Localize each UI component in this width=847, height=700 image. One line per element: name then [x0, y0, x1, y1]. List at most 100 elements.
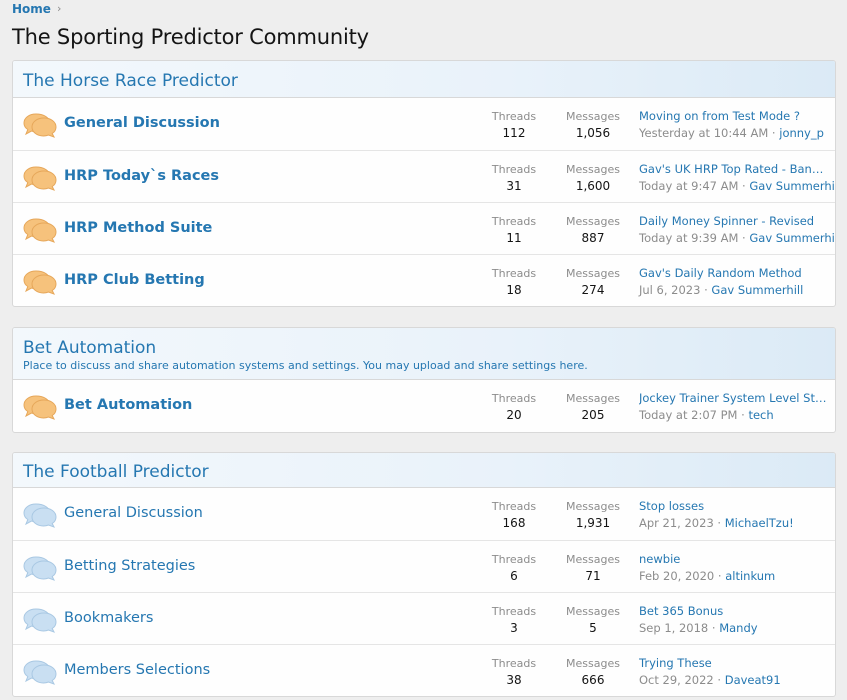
last-post-meta: Jul 6, 2023 · Gav Summerhill [639, 282, 827, 299]
category-title[interactable]: The Horse Race Predictor [23, 61, 825, 92]
messages-count: 1,600 [575, 179, 611, 193]
last-post-meta: Today at 9:47 AM · Gav Summerhill [639, 178, 835, 195]
last-post-user-link[interactable]: Gav Summerhill [749, 231, 835, 245]
category-football-predictor: The Football Predictor General Discussio… [12, 452, 836, 697]
last-post-title-link[interactable]: Trying These [639, 655, 827, 672]
messages-label: Messages [566, 110, 620, 123]
threads-stat: Threads 20 [483, 390, 545, 424]
node-title-link[interactable]: Members Selections [64, 661, 210, 679]
last-post-title-link[interactable]: Gav's Daily Random Method [639, 265, 827, 282]
messages-stat: Messages 274 [562, 265, 624, 299]
last-post: Gav's UK HRP Top Rated - Bank B... Today … [639, 161, 835, 195]
last-post: Bet 365 Bonus Sep 1, 2018 · Mandy [639, 603, 827, 637]
threads-count: 168 [502, 516, 526, 530]
messages-count: 1,056 [575, 126, 611, 140]
last-post-title-link[interactable]: Gav's UK HRP Top Rated - Bank B... [639, 161, 827, 178]
last-post-date[interactable]: Today at 2:07 PM [639, 408, 737, 422]
forum-unread-icon [23, 392, 57, 420]
messages-count: 71 [585, 569, 601, 583]
last-post-user-link[interactable]: Mandy [719, 621, 757, 635]
category-header: Bet Automation Place to discuss and shar… [13, 328, 835, 380]
node-title-link[interactable]: HRP Today`s Races [64, 167, 219, 185]
threads-count: 112 [502, 126, 526, 140]
last-post-user-link[interactable]: altinkum [725, 569, 775, 583]
last-post-title-link[interactable]: newbie [639, 551, 827, 568]
messages-label: Messages [566, 657, 620, 670]
threads-stat: Threads 38 [483, 655, 545, 689]
last-post-date[interactable]: Today at 9:39 AM [639, 231, 738, 245]
last-post-date[interactable]: Jul 6, 2023 [639, 283, 700, 297]
messages-label: Messages [566, 163, 620, 176]
messages-stat: Messages 1,931 [562, 498, 624, 532]
forum-read-icon [23, 500, 57, 528]
category-title[interactable]: The Football Predictor [23, 453, 825, 483]
last-post-date[interactable]: Sep 1, 2018 [639, 621, 708, 635]
breadcrumb: Home › [12, 1, 61, 17]
last-post-user-link[interactable]: Daveat91 [725, 673, 781, 687]
last-post-date[interactable]: Oct 29, 2022 [639, 673, 714, 687]
last-post-user-link[interactable]: Gav Summerhill [749, 179, 835, 193]
messages-stat: Messages 71 [562, 551, 624, 585]
last-post: Jockey Trainer System Level Stake... Toda… [639, 390, 827, 424]
forum-node: HRP Method Suite Threads 11 Messages 887 Dail… [13, 202, 835, 254]
node-title-link[interactable]: HRP Method Suite [64, 219, 212, 237]
last-post: Stop losses Apr 21, 2023 · MichaelTzu! [639, 498, 827, 532]
node-title-link[interactable]: HRP Club Betting [64, 271, 205, 289]
breadcrumb-home-link[interactable]: Home [12, 1, 51, 17]
meta-separator: · [713, 516, 725, 530]
last-post-title-link[interactable]: Moving on from Test Mode ? [639, 108, 827, 125]
threads-stat: Threads 168 [483, 498, 545, 532]
threads-label: Threads [491, 392, 537, 405]
messages-stat: Messages 5 [562, 603, 624, 637]
last-post-title-link[interactable]: Jockey Trainer System Level Stake... [639, 390, 827, 407]
category-description: Place to discuss and share automation sy… [23, 359, 588, 372]
category-header: The Football Predictor [13, 453, 835, 488]
last-post: Daily Money Spinner - Revised Today at 9:… [639, 213, 835, 247]
last-post-user-link[interactable]: Gav Summerhill [711, 283, 803, 297]
last-post-meta: Apr 21, 2023 · MichaelTzu! [639, 515, 827, 532]
last-post-date[interactable]: Apr 21, 2023 [639, 516, 714, 530]
category-title[interactable]: Bet Automation [23, 328, 825, 359]
meta-separator: · [737, 408, 749, 422]
forum-unread-icon [23, 163, 57, 191]
node-title-link[interactable]: General Discussion [64, 114, 220, 132]
meta-separator: · [768, 126, 780, 140]
threads-label: Threads [491, 500, 537, 513]
node-title-link[interactable]: Bet Automation [64, 396, 192, 414]
threads-stat: Threads 11 [483, 213, 545, 247]
forum-node: Betting Strategies Threads 6 Messages 71 newb… [13, 540, 835, 592]
last-post-date[interactable]: Feb 20, 2020 [639, 569, 714, 583]
threads-stat: Threads 18 [483, 265, 545, 299]
last-post-date[interactable]: Today at 9:47 AM [639, 179, 738, 193]
threads-count: 31 [506, 179, 522, 193]
node-list: General Discussion Threads 168 Messages 1,93… [13, 488, 835, 696]
meta-separator: · [738, 179, 750, 193]
last-post-title-link[interactable]: Daily Money Spinner - Revised [639, 213, 827, 230]
last-post-user-link[interactable]: jonny_p [779, 126, 824, 140]
last-post-user-link[interactable]: tech [748, 408, 773, 422]
threads-count: 3 [510, 621, 518, 635]
last-post-date[interactable]: Yesterday at 10:44 AM [639, 126, 768, 140]
threads-count: 18 [506, 283, 522, 297]
messages-label: Messages [566, 392, 620, 405]
forum-node: HRP Club Betting Threads 18 Messages 274 Gav'… [13, 254, 835, 306]
meta-separator: · [700, 283, 712, 297]
threads-label: Threads [491, 267, 537, 280]
last-post-user-link[interactable]: MichaelTzu! [725, 516, 794, 530]
meta-separator: · [714, 569, 726, 583]
node-list: General Discussion Threads 112 Messages 1,05… [13, 98, 835, 306]
meta-separator: · [713, 673, 725, 687]
last-post: Moving on from Test Mode ? Yesterday at 1… [639, 108, 827, 142]
forum-unread-icon [23, 110, 57, 138]
node-title-link[interactable]: Bookmakers [64, 609, 153, 627]
node-list: Bet Automation Threads 20 Messages 205 Jockey… [13, 380, 835, 432]
node-title-link[interactable]: General Discussion [64, 504, 203, 522]
messages-stat: Messages 205 [562, 390, 624, 424]
last-post-title-link[interactable]: Stop losses [639, 498, 827, 515]
node-title-link[interactable]: Betting Strategies [64, 557, 195, 575]
threads-stat: Threads 6 [483, 551, 545, 585]
messages-label: Messages [566, 267, 620, 280]
forum-node: HRP Today`s Races Threads 31 Messages 1,600 G… [13, 150, 835, 202]
messages-stat: Messages 1,600 [562, 161, 624, 195]
last-post-title-link[interactable]: Bet 365 Bonus [639, 603, 827, 620]
